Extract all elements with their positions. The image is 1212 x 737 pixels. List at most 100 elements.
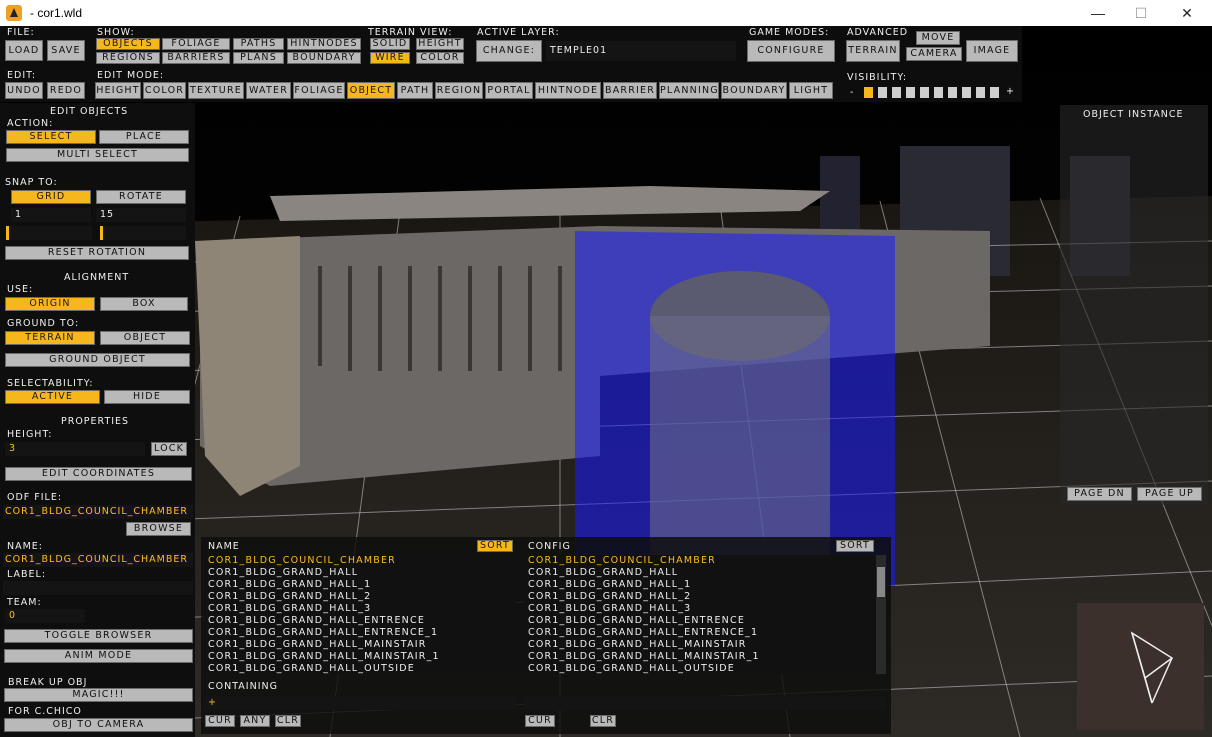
name-cur-button[interactable]: Cur xyxy=(205,715,235,727)
active-button[interactable]: Active xyxy=(5,390,100,404)
edit-coordinates-button[interactable]: Edit Coordinates xyxy=(5,467,192,481)
name-field[interactable]: Cor1_bldg_Council_Chamber xyxy=(3,553,193,567)
mode-boundary-button[interactable]: Boundary xyxy=(721,82,787,99)
list-item[interactable]: Cor1_bldg_Grand_hall_entrence xyxy=(204,615,516,627)
show-plans-button[interactable]: Plans xyxy=(233,52,284,64)
show-foliage-button[interactable]: Foliage xyxy=(162,38,230,50)
show-hintnodes-button[interactable]: HintNodes xyxy=(287,38,361,50)
hide-button[interactable]: Hide xyxy=(104,390,190,404)
label-field[interactable] xyxy=(3,581,193,595)
box-button[interactable]: Box xyxy=(100,297,188,311)
minimize-button[interactable]: — xyxy=(1075,0,1121,26)
reset-rotation-button[interactable]: Reset Rotation xyxy=(5,246,189,260)
list-item[interactable]: Cor1_bldg_Grand_hall_2 xyxy=(524,591,876,603)
list-item[interactable]: Cor1_bldg_Grand_hall_1 xyxy=(524,579,876,591)
multi-select-button[interactable]: Multi Select xyxy=(6,148,189,162)
page-dn-button[interactable]: Page Dn xyxy=(1067,487,1132,501)
mode-hintnode-button[interactable]: HintNode xyxy=(535,82,601,99)
page-up-button[interactable]: Page Up xyxy=(1137,487,1202,501)
snap-rotate-button[interactable]: Rotate xyxy=(96,190,186,204)
list-item[interactable]: Cor1_bldg_Grand_hall_3 xyxy=(524,603,876,615)
visibility-level-2[interactable] xyxy=(878,87,887,98)
place-button[interactable]: Place xyxy=(99,130,189,144)
list-scrollbar[interactable] xyxy=(876,555,886,674)
height-field[interactable]: 3 xyxy=(5,442,145,456)
name-list[interactable]: Cor1_bldg_Council_Chamber Cor1_bldg_Gran… xyxy=(204,555,516,674)
rotate-slider[interactable] xyxy=(100,226,186,240)
terrain-solid-button[interactable]: Solid xyxy=(370,38,410,50)
terrain-color-button[interactable]: Color xyxy=(416,52,464,64)
grid-slider[interactable] xyxy=(6,226,92,240)
terrain-height-button[interactable]: Height xyxy=(416,38,464,50)
anim-mode-button[interactable]: Anim Mode xyxy=(4,649,193,663)
mode-path-button[interactable]: Path xyxy=(397,82,433,99)
containing-config-field[interactable] xyxy=(524,696,886,710)
mode-portal-button[interactable]: Portal xyxy=(485,82,533,99)
maximize-button[interactable]: ☐ xyxy=(1118,0,1164,26)
active-layer-field[interactable]: Temple01 xyxy=(546,41,736,61)
visibility-increase[interactable]: + xyxy=(1006,86,1015,97)
config-list[interactable]: Cor1_bldg_Council_Chamber Cor1_bldg_Gran… xyxy=(524,555,876,674)
mode-height-button[interactable]: Height xyxy=(95,82,141,99)
show-boundary-button[interactable]: Boundary xyxy=(287,52,361,64)
orientation-gizmo[interactable] xyxy=(1077,603,1204,730)
undo-button[interactable]: Undo xyxy=(5,82,43,99)
config-clr-button[interactable]: Clr xyxy=(590,715,616,727)
lock-button[interactable]: Lock xyxy=(151,442,187,456)
visibility-level-9[interactable] xyxy=(976,87,985,98)
sort-name-button[interactable]: Sort xyxy=(477,540,513,552)
list-item[interactable]: Cor1_bldg_Grand_hall_2 xyxy=(204,591,516,603)
visibility-decrease[interactable]: - xyxy=(850,87,854,98)
mode-color-button[interactable]: Color xyxy=(143,82,186,99)
mode-water-button[interactable]: Water xyxy=(246,82,291,99)
scrollbar-thumb[interactable] xyxy=(877,567,885,597)
visibility-level-1[interactable] xyxy=(864,87,873,98)
show-barriers-button[interactable]: Barriers xyxy=(162,52,230,64)
visibility-level-3[interactable] xyxy=(892,87,901,98)
browse-button[interactable]: Browse xyxy=(126,522,191,536)
list-item[interactable]: Cor1_bldg_Council_Chamber xyxy=(204,555,516,567)
snap-grid-button[interactable]: Grid xyxy=(11,190,91,204)
select-button[interactable]: Select xyxy=(6,130,96,144)
terrain-wire-button[interactable]: Wire xyxy=(370,52,410,64)
list-item[interactable]: Cor1_bldg_Grand_hall xyxy=(204,567,516,579)
list-item[interactable]: Cor1_bldg_Grand_hall_mainstair_1 xyxy=(524,651,876,663)
team-field[interactable]: 0 xyxy=(5,609,85,623)
visibility-level-5[interactable] xyxy=(920,87,929,98)
mode-foliage-button[interactable]: Foliage xyxy=(293,82,345,99)
magic-button[interactable]: Magic!!! xyxy=(4,688,193,702)
show-regions-button[interactable]: Regions xyxy=(96,52,160,64)
mode-light-button[interactable]: Light xyxy=(789,82,833,99)
list-item[interactable]: Cor1_bldg_Council_Chamber xyxy=(524,555,876,567)
list-item[interactable]: Cor1_bldg_Grand_hall_mainstair xyxy=(524,639,876,651)
visibility-level-7[interactable] xyxy=(948,87,957,98)
visibility-level-10[interactable] xyxy=(990,87,999,98)
ground-terrain-button[interactable]: Terrain xyxy=(5,331,95,345)
change-layer-button[interactable]: Change: xyxy=(476,40,542,62)
list-item[interactable]: Cor1_bldg_Grand_hall_mainstair xyxy=(204,639,516,651)
list-item[interactable]: Cor1_bldg_Grand_hall_entrence_1 xyxy=(524,627,876,639)
obj-to-camera-button[interactable]: Obj To Camera xyxy=(4,718,193,732)
grid-value-field[interactable]: 1 xyxy=(11,208,91,222)
save-button[interactable]: Save xyxy=(47,40,85,61)
sort-config-button[interactable]: Sort xyxy=(836,540,874,552)
list-item[interactable]: Cor1_bldg_Grand_hall_1 xyxy=(204,579,516,591)
visibility-level-8[interactable] xyxy=(962,87,971,98)
show-paths-button[interactable]: Paths xyxy=(233,38,284,50)
configure-button[interactable]: Configure xyxy=(747,40,835,62)
mode-texture-button[interactable]: Texture xyxy=(188,82,244,99)
list-item[interactable]: Cor1_bldg_Grand_hall_3 xyxy=(204,603,516,615)
name-clr-button[interactable]: Clr xyxy=(275,715,301,727)
mode-region-button[interactable]: Region xyxy=(435,82,483,99)
list-item[interactable]: Cor1_bldg_Grand_hall_entrence_1 xyxy=(204,627,516,639)
visibility-level-6[interactable] xyxy=(934,87,943,98)
advanced-terrain-button[interactable]: Terrain xyxy=(846,40,900,62)
redo-button[interactable]: Redo xyxy=(47,82,85,99)
mode-barrier-button[interactable]: Barrier xyxy=(603,82,657,99)
show-objects-button[interactable]: Objects xyxy=(96,38,160,50)
origin-button[interactable]: Origin xyxy=(5,297,95,311)
list-item[interactable]: Cor1_bldg_Grand_hall_entrence xyxy=(524,615,876,627)
ground-object-toggle[interactable]: Object xyxy=(100,331,190,345)
config-cur-button[interactable]: Cur xyxy=(525,715,555,727)
odf-file-field[interactable]: Cor1_bldg_Council_Chamber xyxy=(3,505,193,519)
